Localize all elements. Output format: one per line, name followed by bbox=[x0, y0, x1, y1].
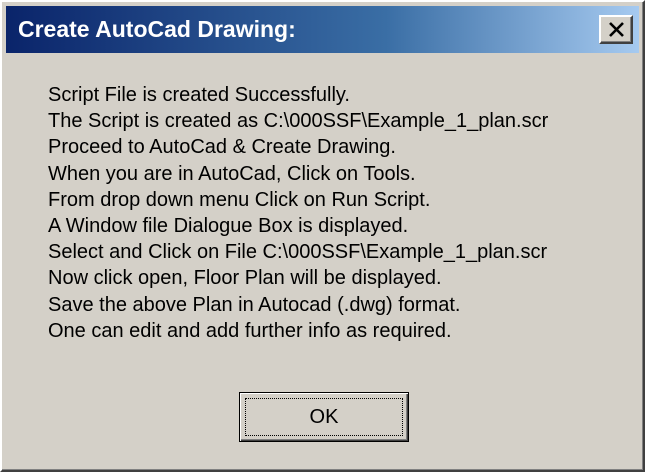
message-line: The Script is created as C:\000SSF\Examp… bbox=[48, 110, 549, 133]
message-line: When you are in AutoCad, Click on Tools. bbox=[48, 162, 416, 185]
message-line: Save the above Plan in Autocad (.dwg) fo… bbox=[48, 293, 461, 316]
message-line: Script File is created Successfully. bbox=[48, 84, 350, 106]
ok-button[interactable]: OK bbox=[239, 392, 409, 442]
close-icon bbox=[609, 22, 624, 37]
message-line: A Window file Dialogue Box is displayed. bbox=[48, 214, 409, 237]
dialog-window: Create AutoCad Drawing: Script File is c… bbox=[0, 0, 645, 472]
ok-button-label: OK bbox=[245, 398, 403, 436]
title-bar[interactable]: Create AutoCad Drawing: bbox=[6, 6, 639, 53]
message-line: One can edit and add further info as req… bbox=[48, 319, 452, 342]
message-line: From drop down menu Click on Run Script. bbox=[48, 188, 431, 211]
close-button[interactable] bbox=[599, 15, 633, 44]
message-line: Now click open, Floor Plan will be displ… bbox=[48, 267, 442, 290]
message-line: Select and Click on File C:\000SSF\Examp… bbox=[48, 241, 548, 264]
window-title: Create AutoCad Drawing: bbox=[18, 16, 296, 42]
message-line: Proceed to AutoCad & Create Drawing. bbox=[48, 136, 396, 159]
message-text: Script File is created Successfully. The… bbox=[48, 82, 638, 344]
